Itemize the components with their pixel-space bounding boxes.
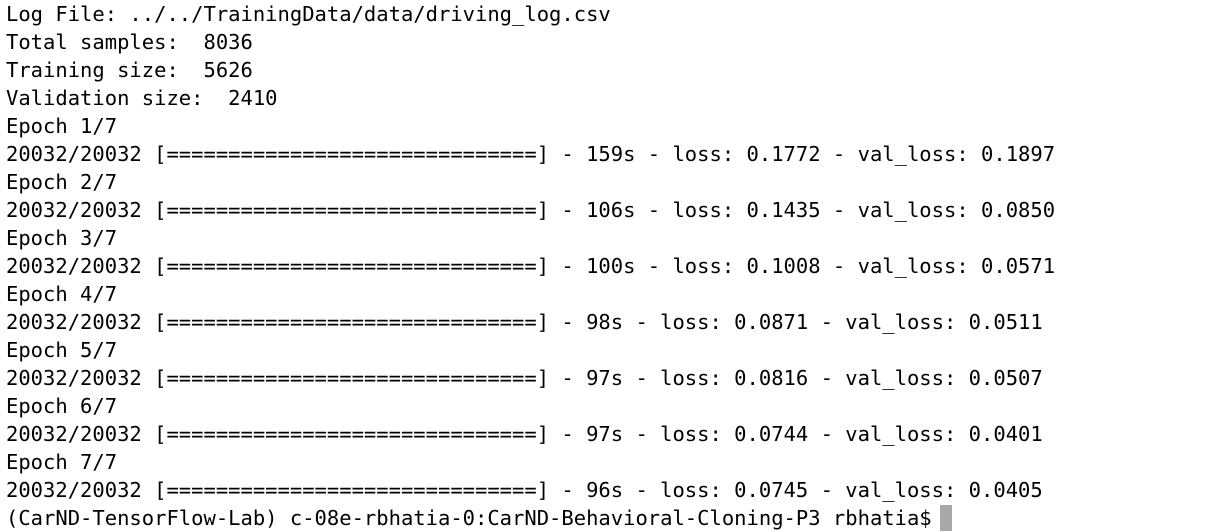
epoch-progress-line: 20032/20032 [===========================… <box>6 254 1056 278</box>
text-cursor[interactable] <box>939 505 952 531</box>
epoch-header-line: Epoch 7/7 <box>6 450 118 474</box>
validation-size-line: Validation size: 2410 <box>6 86 278 110</box>
shell-prompt: (CarND-TensorFlow-Lab) c-08e-rbhatia-0:C… <box>6 506 932 530</box>
epoch-progress-line: 20032/20032 [===========================… <box>6 198 1056 222</box>
epoch-progress-line: 20032/20032 [===========================… <box>6 478 1043 502</box>
epoch-header-line: Epoch 4/7 <box>6 282 118 306</box>
epoch-progress-line: 20032/20032 [===========================… <box>6 142 1056 166</box>
epoch-progress-line: 20032/20032 [===========================… <box>6 366 1043 390</box>
total-samples-line: Total samples: 8036 <box>6 30 253 54</box>
epoch-header-line: Epoch 5/7 <box>6 338 118 362</box>
epoch-header-line: Epoch 2/7 <box>6 170 118 194</box>
epoch-header-line: Epoch 3/7 <box>6 226 118 250</box>
command-prompt-line[interactable]: (CarND-TensorFlow-Lab) c-08e-rbhatia-0:C… <box>6 504 1216 532</box>
epoch-progress-line: 20032/20032 [===========================… <box>6 422 1043 446</box>
training-size-line: Training size: 5626 <box>6 58 253 82</box>
epoch-header-line: Epoch 1/7 <box>6 114 118 138</box>
terminal-window[interactable]: Log File: ../../TrainingData/data/drivin… <box>0 0 1216 532</box>
epoch-header-line: Epoch 6/7 <box>6 394 118 418</box>
epoch-progress-line: 20032/20032 [===========================… <box>6 310 1043 334</box>
log-file-line: Log File: ../../TrainingData/data/drivin… <box>6 2 611 26</box>
